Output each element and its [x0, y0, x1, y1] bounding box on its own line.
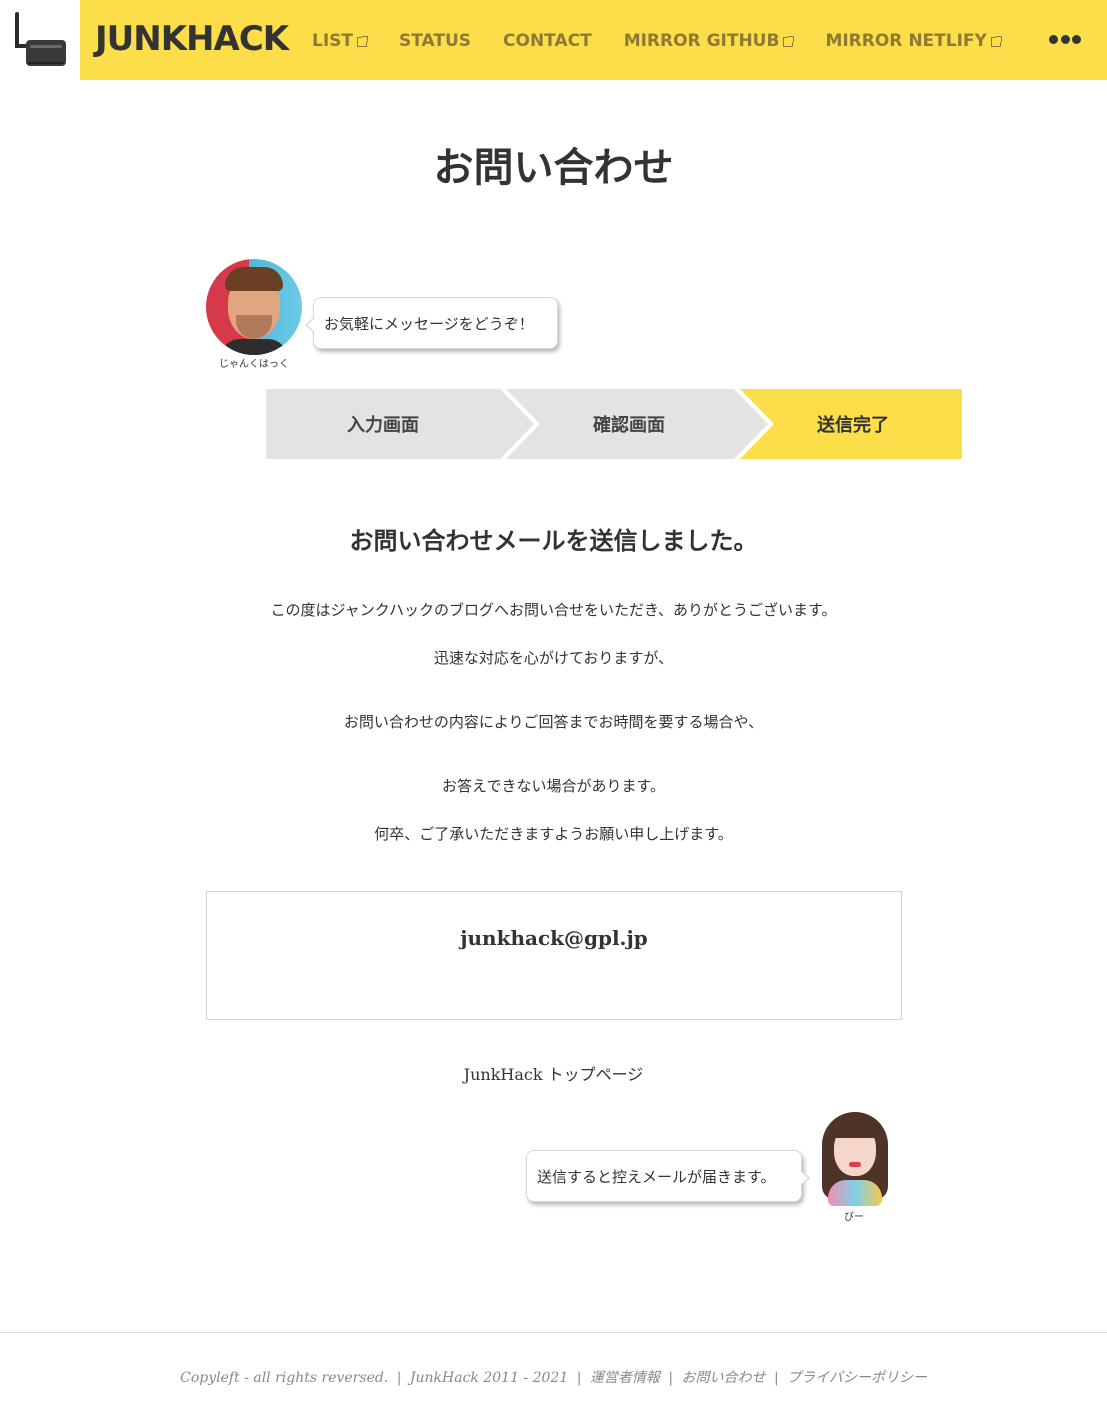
speech-bubble-text: お気軽にメッセージをどうぞ！	[324, 314, 534, 333]
top-page-link-wrapper: JunkHack トップページ	[0, 1063, 1107, 1087]
footer-separator: |	[576, 1370, 582, 1386]
external-link-icon	[783, 36, 795, 47]
avatar	[818, 1110, 890, 1208]
avatar-name: ぴー	[844, 1212, 864, 1223]
message-line: 何卒、ご了承いただきますようお願い申し上げます。	[374, 825, 733, 843]
avatar-name: じゃんくはっく	[219, 359, 289, 370]
nav-item-status[interactable]: STATUS	[399, 31, 471, 51]
more-dots-icon	[1060, 35, 1070, 44]
message-line: 迅速な対応を心がけておりますが、	[433, 649, 674, 667]
avatar-body	[828, 1180, 882, 1206]
footer-link-contact[interactable]: お問い合わせ	[682, 1370, 766, 1386]
sent-heading: お問い合わせメールを送信しました。	[349, 527, 758, 555]
top-page-link[interactable]: JunkHack トップページ	[464, 1065, 644, 1084]
router-antenna-icon	[15, 12, 19, 48]
message-line: お問い合わせの内容によりご回答までお時間を要する場合や、	[343, 713, 764, 731]
nav-item-label: MIRROR GITHUB	[623, 31, 780, 51]
nav-item-label: CONTACT	[503, 31, 592, 51]
nav-item-mirror-github[interactable]: MIRROR GITHUB	[623, 31, 795, 51]
external-link-icon	[357, 36, 368, 47]
more-dots-icon	[1049, 35, 1058, 44]
speech-bubble: お気軽にメッセージをどうぞ！	[305, 297, 558, 349]
step-label: 送信完了	[817, 415, 889, 436]
avatar	[206, 259, 302, 355]
contact-email-box: junkhack@gpl.jp	[206, 891, 902, 1020]
footer-divider	[0, 1332, 1107, 1333]
avatar-hair	[225, 267, 283, 291]
message-line: この度はジャンクハックのブログへお問い合せをいただき、ありがとうございます。	[270, 601, 837, 619]
contact-email[interactable]: junkhack@gpl.jp	[207, 924, 901, 952]
footer-copyleft: Copyleft - all rights reversed.	[180, 1370, 389, 1386]
step-confirm: 確認画面	[500, 389, 768, 459]
more-dots-icon	[1072, 35, 1081, 44]
site-header: JUNKHACK LIST STATUS CONTACT MIRROR GITH…	[0, 0, 1107, 80]
nav-item-label: LIST	[312, 31, 353, 51]
speech-bubble: 送信すると控えメールが届きます。	[526, 1150, 810, 1202]
step-label: 入力画面	[347, 415, 419, 436]
avatar-body	[220, 339, 288, 355]
footer-site: JunkHack 2011 - 2021	[409, 1370, 569, 1386]
footer-separator: |	[773, 1370, 779, 1386]
message-line: お答えできない場合があります。	[441, 777, 666, 795]
step-label: 確認画面	[593, 415, 665, 436]
external-link-icon	[990, 36, 1002, 47]
nav-item-list[interactable]: LIST	[312, 31, 368, 51]
site-title[interactable]: JUNKHACK	[95, 19, 289, 59]
more-menu-button[interactable]	[1049, 35, 1081, 45]
footer-link-privacy[interactable]: プライバシーポリシー	[787, 1370, 927, 1386]
router-icon	[26, 40, 66, 66]
main-nav: LIST STATUS CONTACT MIRROR GITHUB MIRROR…	[312, 29, 1033, 53]
footer-separator: |	[668, 1370, 674, 1386]
nav-item-mirror-netlify[interactable]: MIRROR NETLIFY	[825, 31, 1002, 51]
nav-item-label: STATUS	[399, 31, 472, 51]
footer-link-operator[interactable]: 運営者情報	[590, 1370, 660, 1386]
nav-item-label: MIRROR NETLIFY	[825, 31, 987, 51]
site-logo[interactable]	[0, 0, 80, 80]
nav-item-contact[interactable]: CONTACT	[503, 31, 592, 51]
speech-bubble-text: 送信すると控えメールが届きます。	[537, 1167, 776, 1186]
avatar-bangs	[832, 1118, 878, 1138]
page-title: お問い合わせ	[433, 145, 674, 191]
avatar-lips	[849, 1162, 861, 1167]
footer-separator: |	[396, 1370, 402, 1386]
step-input: 入力画面	[266, 389, 534, 459]
progress-steps: 入力画面 確認画面 送信完了	[266, 389, 962, 459]
site-footer: Copyleft - all rights reversed. | JunkHa…	[0, 1366, 1107, 1390]
